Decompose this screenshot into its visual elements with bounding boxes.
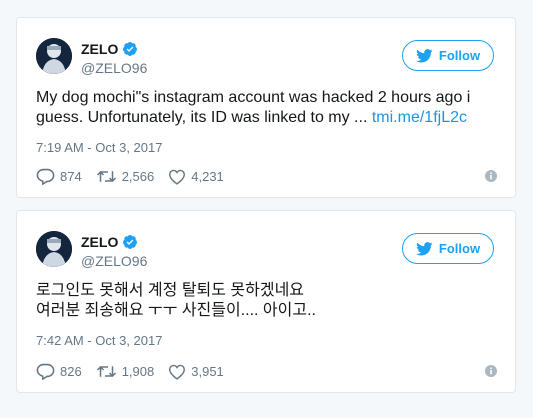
- like-icon: [169, 364, 186, 380]
- retweet-action[interactable]: 1,908: [96, 364, 155, 379]
- like-icon: [169, 169, 186, 185]
- tweet-text-line: 여러분 죄송해요 ㅜㅜ 사진들이.... 아이고..: [36, 302, 316, 319]
- follow-button-label: Follow: [438, 48, 481, 63]
- tweet-text: My dog mochi"s instagram account was hac…: [36, 88, 506, 128]
- tweet-card: ZELO @ZELO96 Follow My dog mochi"s insta…: [16, 17, 516, 198]
- author-display-name[interactable]: ZELO: [81, 41, 118, 57]
- reply-action[interactable]: 826: [36, 363, 82, 380]
- tweet-text-line: guess. Unfortunately, its ID was linked …: [36, 108, 506, 128]
- info-icon[interactable]: [485, 169, 497, 182]
- reply-icon: [36, 363, 55, 380]
- info-icon[interactable]: [485, 364, 497, 377]
- like-count: 4,231: [191, 169, 224, 184]
- author-handle[interactable]: @ZELO96: [81, 253, 147, 269]
- tweet-text-fragment: guess. Unfortunately, its ID was linked …: [36, 109, 372, 126]
- avatar-image: [36, 38, 72, 74]
- avatar-image: [36, 231, 72, 267]
- follow-button[interactable]: Follow: [402, 40, 494, 71]
- tweet-actions: 874 2,566 4,231: [36, 168, 238, 185]
- retweet-count: 1,908: [121, 364, 155, 379]
- verified-icon: [122, 234, 138, 250]
- like-count: 3,951: [191, 364, 224, 379]
- reply-count: 826: [60, 364, 82, 379]
- avatar[interactable]: [36, 38, 72, 74]
- tweet-actions: 826 1,908 3,951: [36, 363, 238, 380]
- follow-button[interactable]: Follow: [402, 233, 494, 264]
- twitter-bird-icon: [416, 48, 433, 63]
- tweet-text-line: My dog mochi"s instagram account was hac…: [36, 89, 471, 106]
- like-action[interactable]: 4,231: [168, 169, 224, 185]
- reply-count: 874: [60, 169, 82, 184]
- avatar[interactable]: [36, 231, 72, 267]
- tweet-timestamp[interactable]: 7:42 AM - Oct 3, 2017: [36, 333, 162, 348]
- reply-icon: [36, 168, 55, 185]
- author-handle[interactable]: @ZELO96: [81, 60, 147, 76]
- author-name-row[interactable]: ZELO: [81, 41, 138, 57]
- tweet-link[interactable]: tmi.me/1fjL2c: [372, 109, 467, 126]
- verified-icon: [122, 41, 138, 57]
- retweet-icon: [96, 170, 116, 183]
- like-action[interactable]: 3,951: [168, 364, 224, 380]
- retweet-icon: [96, 365, 116, 378]
- author-display-name[interactable]: ZELO: [81, 234, 118, 250]
- tweet-text-line: 로그인도 못해서 계정 탈퇴도 못하겠네요: [36, 282, 305, 299]
- tweet-text: 로그인도 못해서 계정 탈퇴도 못하겠네요 여러분 죄송해요 ㅜㅜ 사진들이..…: [36, 281, 506, 321]
- tweet-timestamp[interactable]: 7:19 AM - Oct 3, 2017: [36, 140, 162, 155]
- author-name-row[interactable]: ZELO: [81, 234, 138, 250]
- twitter-bird-icon: [416, 241, 433, 256]
- follow-button-label: Follow: [438, 241, 481, 256]
- retweet-count: 2,566: [121, 169, 155, 184]
- reply-action[interactable]: 874: [36, 168, 82, 185]
- tweet-card: ZELO @ZELO96 Follow 로그인도 못해서 계정 탈퇴도 못하겠네…: [16, 210, 516, 393]
- retweet-action[interactable]: 2,566: [96, 169, 155, 184]
